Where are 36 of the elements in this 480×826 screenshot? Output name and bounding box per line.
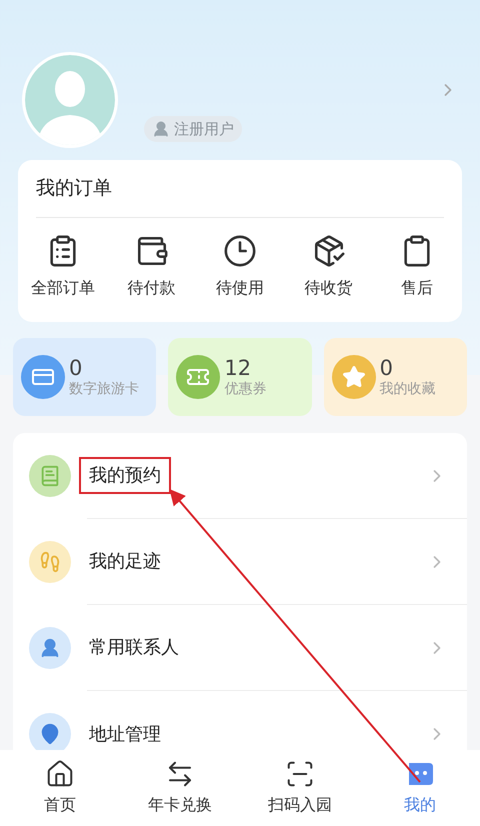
menu-label: 我的足迹 bbox=[88, 550, 162, 574]
user-icon bbox=[29, 627, 71, 669]
tab[interactable]: 扫码入园 bbox=[255, 759, 345, 817]
order-status-button[interactable]: 待收货 bbox=[292, 234, 366, 300]
stat-label: 我的收藏 bbox=[380, 381, 436, 399]
tab[interactable]: 年卡兑换 bbox=[135, 759, 225, 817]
footprints-icon bbox=[29, 541, 71, 583]
stat-label: 数字旅游卡 bbox=[69, 381, 139, 399]
user-icon bbox=[152, 120, 170, 138]
menu-item[interactable]: 常用联系人 bbox=[13, 605, 467, 691]
clock-icon bbox=[223, 234, 257, 268]
stat-count: 12 bbox=[224, 355, 252, 382]
stat-count: 0 bbox=[380, 355, 394, 382]
order-status-button[interactable]: 售后 bbox=[380, 234, 454, 300]
stat-card[interactable]: 0 我的收藏 bbox=[324, 338, 467, 416]
stat-count: 0 bbox=[69, 355, 82, 382]
orders-title: 我的订单 bbox=[36, 160, 444, 218]
star-icon bbox=[342, 365, 366, 389]
menu-item[interactable]: 我的预约 bbox=[13, 433, 467, 519]
book-icon bbox=[29, 455, 71, 497]
menu-item[interactable]: 我的足迹 bbox=[13, 519, 467, 605]
tab[interactable]: 我的 bbox=[375, 759, 465, 817]
home-icon bbox=[45, 759, 75, 789]
stat-label: 优惠券 bbox=[224, 381, 266, 399]
tab[interactable]: 首页 bbox=[15, 759, 105, 817]
menu-label: 我的预约 bbox=[79, 457, 171, 494]
scan-icon bbox=[285, 759, 315, 789]
order-status-button[interactable]: 待使用 bbox=[203, 234, 277, 300]
menu-label: 常用联系人 bbox=[88, 636, 180, 660]
map-pin-icon bbox=[29, 713, 71, 750]
stat-card[interactable]: 0 数字旅游卡 bbox=[13, 338, 156, 416]
order-status-button[interactable]: 全部订单 bbox=[26, 234, 100, 300]
order-status-button[interactable]: 待付款 bbox=[114, 234, 188, 300]
badge-label: 注册用户 bbox=[174, 118, 234, 140]
stat-card[interactable]: 12 优惠券 bbox=[168, 338, 312, 416]
menu-label: 地址管理 bbox=[88, 722, 162, 746]
